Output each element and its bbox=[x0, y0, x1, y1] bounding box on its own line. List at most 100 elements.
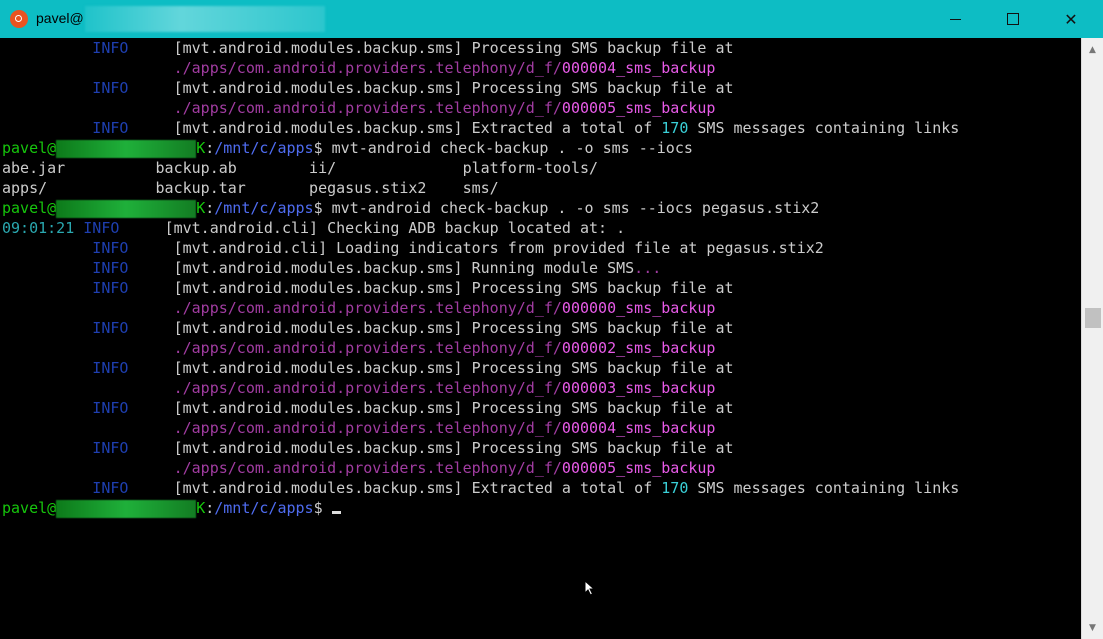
terminal-text: : bbox=[205, 199, 215, 217]
terminal-text: INFO bbox=[2, 279, 174, 297]
terminal-line: ./apps/com.android.providers.telephony/d… bbox=[2, 98, 716, 118]
mouse-pointer-icon bbox=[584, 580, 596, 596]
terminal-text: K bbox=[196, 199, 206, 217]
terminal-text: INFO bbox=[2, 439, 174, 457]
terminal-text: 09:01:21 bbox=[2, 219, 84, 237]
title-bar[interactable]: pavel@ ✕ bbox=[0, 0, 1103, 38]
terminal-text: /mnt/c/apps bbox=[214, 199, 314, 217]
terminal-text: [mvt.android.modules.backup.sms] Process… bbox=[173, 359, 734, 377]
terminal-text: INFO bbox=[83, 219, 165, 237]
terminal-text: [mvt.android.modules.backup.sms] Extract… bbox=[173, 479, 662, 497]
terminal-text: /mnt/c/apps bbox=[214, 139, 314, 157]
text-cursor bbox=[331, 511, 341, 514]
terminal-text: ./apps/com.android.providers.telephony/d… bbox=[173, 459, 562, 477]
terminal-text: 000002_sms_backup bbox=[561, 339, 716, 357]
terminal-line: pavel@ K:/mnt/c/apps$ mvt-android check-b… bbox=[2, 138, 693, 158]
terminal-text: [mvt.android.modules.backup.sms] Process… bbox=[173, 319, 734, 337]
terminal-line: INFO [mvt.android.modules.backup.sms] Pr… bbox=[2, 78, 734, 98]
terminal-line: ./apps/com.android.providers.telephony/d… bbox=[2, 338, 716, 358]
terminal-text: INFO bbox=[2, 319, 174, 337]
scroll-down-icon[interactable]: ▼ bbox=[1087, 622, 1098, 633]
maximize-icon bbox=[1007, 13, 1019, 25]
terminal-text: $ bbox=[313, 499, 332, 517]
terminal-line: ./apps/com.android.providers.telephony/d… bbox=[2, 58, 716, 78]
terminal-text: /mnt/c/apps bbox=[214, 499, 314, 517]
terminal-text: SMS messages containing links bbox=[688, 479, 960, 497]
terminal-text: ... bbox=[634, 259, 662, 277]
terminal-text: pavel@ bbox=[2, 499, 57, 517]
terminal-line: INFO [mvt.android.cli] Loading indicator… bbox=[2, 238, 824, 258]
minimize-button[interactable] bbox=[926, 0, 984, 38]
terminal-line: INFO [mvt.android.modules.backup.sms] Ex… bbox=[2, 478, 959, 498]
terminal-line: INFO [mvt.android.modules.backup.sms] Ex… bbox=[2, 118, 959, 138]
minimize-icon bbox=[949, 18, 961, 20]
terminal-text: ./apps/com.android.providers.telephony/d… bbox=[173, 379, 562, 397]
terminal-text: INFO bbox=[2, 239, 174, 257]
terminal-line: INFO [mvt.android.modules.backup.sms] Pr… bbox=[2, 318, 734, 338]
terminal-text: $ mvt-android check-backup . -o sms --io… bbox=[313, 199, 820, 217]
terminal-text: [mvt.android.modules.backup.sms] Process… bbox=[173, 39, 734, 57]
terminal-text: [mvt.android.cli] Loading indicators fro… bbox=[173, 239, 824, 257]
terminal-text: : bbox=[205, 139, 215, 157]
terminal-line: ./apps/com.android.providers.telephony/d… bbox=[2, 418, 716, 438]
terminal-text: [mvt.android.modules.backup.sms] Running… bbox=[173, 259, 635, 277]
redacted-hostname bbox=[56, 499, 197, 518]
terminal-text: 000004_sms_backup bbox=[561, 59, 716, 77]
window-title: pavel@ bbox=[36, 10, 84, 26]
terminal-line: pavel@ K:/mnt/c/apps$ bbox=[2, 498, 341, 518]
terminal-text: [mvt.android.modules.backup.sms] Process… bbox=[173, 279, 734, 297]
terminal-line: 09:01:21 INFO [mvt.android.cli] Checking… bbox=[2, 218, 625, 238]
terminal-text: 000005_sms_backup bbox=[561, 99, 716, 117]
redacted-hostname bbox=[85, 6, 325, 32]
terminal-text: ./apps/com.android.providers.telephony/d… bbox=[173, 99, 562, 117]
terminal-text: INFO bbox=[2, 39, 174, 57]
terminal-line: INFO [mvt.android.modules.backup.sms] Pr… bbox=[2, 398, 733, 418]
terminal-text: ./apps/com.android.providers.telephony/d… bbox=[173, 419, 562, 437]
terminal-text: apps/ backup.tar pegasus.stix2 sms/ bbox=[2, 179, 499, 197]
terminal-text: INFO bbox=[2, 259, 174, 277]
terminal-text: [mvt.android.modules.backup.sms] Extract… bbox=[173, 119, 662, 137]
terminal-line: apps/ backup.tar pegasus.stix2 sms/ bbox=[2, 178, 499, 198]
terminal-text: INFO bbox=[2, 79, 174, 97]
maximize-button[interactable] bbox=[984, 0, 1042, 38]
terminal-text: pavel@ bbox=[2, 199, 57, 217]
terminal-text: [mvt.android.modules.backup.sms] Process… bbox=[173, 439, 734, 457]
terminal-text: 000000_sms_backup bbox=[561, 299, 716, 317]
terminal-text: SMS messages containing links bbox=[688, 119, 960, 137]
ubuntu-icon bbox=[10, 10, 28, 28]
redacted-hostname bbox=[56, 199, 197, 218]
redacted-hostname bbox=[56, 139, 197, 158]
terminal-line: ./apps/com.android.providers.telephony/d… bbox=[2, 298, 716, 318]
scroll-thumb[interactable] bbox=[1085, 308, 1101, 328]
terminal-line: ./apps/com.android.providers.telephony/d… bbox=[2, 458, 716, 478]
terminal-text: ./apps/com.android.providers.telephony/d… bbox=[173, 59, 562, 77]
terminal-output[interactable]: INFO [mvt.android.modules.backup.sms] Pr… bbox=[0, 38, 1083, 639]
terminal-line: abe.jar backup.ab ii/ platform-tools/ bbox=[2, 158, 598, 178]
terminal-line: pavel@ K:/mnt/c/apps$ mvt-android check-b… bbox=[2, 198, 819, 218]
terminal-text: 000004_sms_backup bbox=[561, 419, 716, 437]
vertical-scrollbar[interactable]: ▲ ▼ bbox=[1081, 38, 1103, 639]
scroll-up-icon[interactable]: ▲ bbox=[1087, 44, 1098, 55]
terminal-text: ./apps/com.android.providers.telephony/d… bbox=[173, 299, 562, 317]
terminal-line: INFO [mvt.android.modules.backup.sms] Pr… bbox=[2, 438, 734, 458]
terminal-text: $ mvt-android check-backup . -o sms --io… bbox=[313, 139, 693, 157]
terminal-text: 170 bbox=[661, 119, 689, 137]
terminal-line: INFO [mvt.android.modules.backup.sms] Ru… bbox=[2, 258, 661, 278]
terminal-text: [mvt.android.modules.backup.sms] Process… bbox=[173, 79, 734, 97]
terminal-text: INFO bbox=[2, 479, 174, 497]
close-icon: ✕ bbox=[1064, 9, 1078, 29]
terminal-text: ./apps/com.android.providers.telephony/d… bbox=[173, 339, 562, 357]
terminal-line: ./apps/com.android.providers.telephony/d… bbox=[2, 378, 716, 398]
close-button[interactable]: ✕ bbox=[1042, 0, 1100, 38]
terminal-text: INFO bbox=[2, 119, 174, 137]
terminal-text: pavel@ bbox=[2, 139, 57, 157]
terminal-text: 000003_sms_backup bbox=[561, 379, 716, 397]
terminal-text: 170 bbox=[661, 479, 689, 497]
terminal-line: INFO [mvt.android.modules.backup.sms] Pr… bbox=[2, 278, 734, 298]
